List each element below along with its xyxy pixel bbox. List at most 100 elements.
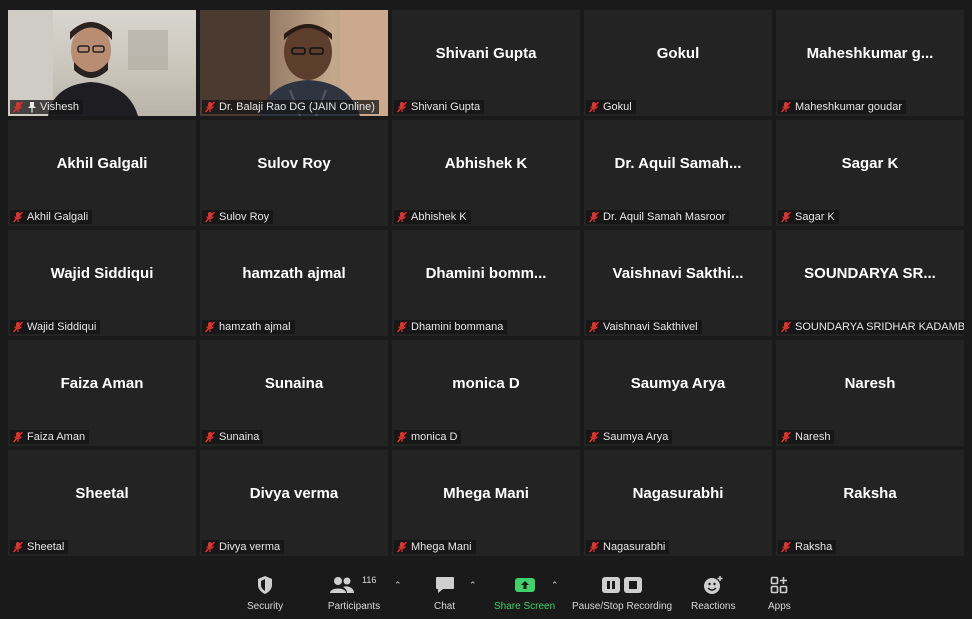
participant-tile[interactable]: Vishesh [8, 10, 196, 116]
participant-display-name: Akhil Galgali [56, 154, 148, 172]
participant-tile[interactable]: Akhil Galgali Akhil Galgali [8, 120, 196, 226]
participant-display-name: Dhamini bomm... [425, 264, 547, 282]
participant-name: Gokul [603, 101, 632, 113]
participant-name: Akhil Galgali [27, 211, 89, 223]
participant-display-name: Shivani Gupta [435, 44, 537, 62]
participant-tile[interactable]: hamzath ajmal hamzath ajmal [200, 230, 388, 336]
participant-name: Sheetal [27, 541, 65, 553]
participant-tile[interactable]: Raksha Raksha [776, 450, 964, 556]
participant-name: Mhega Mani [411, 541, 472, 553]
participant-tile[interactable]: Saumya Arya Saumya Arya [584, 340, 772, 446]
participant-name-tag: Gokul [586, 100, 636, 114]
reactions-label: Reactions [691, 601, 736, 612]
participant-name: Dr. Aquil Samah Masroor [603, 211, 726, 223]
participant-display-name: Mhega Mani [443, 484, 529, 502]
pause-stop-recording-button[interactable]: Pause/Stop Recording [572, 573, 672, 612]
participant-tile[interactable]: Divya verma Divya verma [200, 450, 388, 556]
reactions-button[interactable]: Reactions [691, 573, 735, 612]
participant-tile[interactable]: SOUNDARYA SR... SOUNDARYA SRIDHAR KADAMBI [776, 230, 964, 336]
participant-name-tag: Vishesh [10, 100, 83, 114]
participants-caret-icon[interactable]: ⌃ [394, 580, 402, 591]
gallery-grid: Vishesh Dr. Balaji Rao DG (JAIN Online) Sh… [8, 10, 964, 558]
mic-muted-icon [588, 101, 600, 113]
participant-name: Vishesh [40, 101, 79, 113]
participant-display-name: Vaishnavi Sakthi... [612, 264, 744, 282]
participant-name-tag: Sagar K [778, 210, 839, 224]
share-caret-icon[interactable]: ⌃ [551, 580, 559, 591]
participant-tile[interactable]: monica D monica D [392, 340, 580, 446]
participant-tile[interactable]: Abhishek K Abhishek K [392, 120, 580, 226]
participants-icon: 116 [326, 573, 382, 597]
smiley-plus-icon [702, 573, 724, 597]
participant-name-tag: Divya verma [202, 540, 285, 554]
participant-name-tag: Maheshkumar goudar [778, 100, 907, 114]
participant-name-tag: Raksha [778, 540, 837, 554]
participant-display-name: hamzath ajmal [242, 264, 346, 282]
participant-tile[interactable]: Dr. Aquil Samah... Dr. Aquil Samah Masroo… [584, 120, 772, 226]
participant-display-name: SOUNDARYA SR... [804, 264, 936, 282]
participant-name: Dhamini bommana [411, 321, 504, 333]
participant-tile[interactable]: Sulov Roy Sulov Roy [200, 120, 388, 226]
share-screen-button[interactable]: Share Screen [494, 573, 555, 612]
participant-name: Wajid Siddiqui [27, 321, 97, 333]
mic-muted-icon [780, 101, 792, 113]
participant-name: Dr. Balaji Rao DG (JAIN Online) [219, 101, 375, 113]
participant-tile[interactable]: Dhamini bomm... Dhamini bommana [392, 230, 580, 336]
participant-display-name: Maheshkumar g... [806, 44, 934, 62]
mic-muted-icon [12, 541, 24, 553]
participant-tile[interactable]: Mhega Mani Mhega Mani [392, 450, 580, 556]
mic-muted-icon [204, 321, 216, 333]
participant-name-tag: Akhil Galgali [10, 210, 93, 224]
participant-display-name: Sunaina [264, 374, 324, 392]
mic-muted-icon [204, 101, 216, 113]
participant-name: Shivani Gupta [411, 101, 481, 113]
participant-display-name: Naresh [844, 374, 896, 392]
mic-muted-icon [396, 101, 408, 113]
participant-tile[interactable]: Faiza Aman Faiza Aman [8, 340, 196, 446]
participant-display-name: Faiza Aman [60, 374, 144, 392]
participants-label: Participants [327, 601, 381, 612]
participant-tile[interactable]: Nagasurabhi Nagasurabhi [584, 450, 772, 556]
mic-muted-icon [12, 431, 24, 443]
participant-name-tag: Dr. Balaji Rao DG (JAIN Online) [202, 100, 379, 114]
participant-name: Saumya Arya [603, 431, 669, 443]
participant-name-tag: Sheetal [10, 540, 69, 554]
participant-display-name: Sulov Roy [257, 154, 331, 172]
participant-display-name: Raksha [843, 484, 897, 502]
apps-icon [770, 573, 788, 597]
chat-label: Chat [434, 601, 456, 612]
participant-display-name: Nagasurabhi [632, 484, 724, 502]
share-screen-icon [514, 573, 536, 597]
participant-name-tag: monica D [394, 430, 462, 444]
security-label: Security [247, 601, 284, 612]
chat-button[interactable]: Chat [434, 573, 455, 612]
participant-tile[interactable]: Gokul Gokul [584, 10, 772, 116]
participant-display-name: Dr. Aquil Samah... [614, 154, 742, 172]
participant-display-name: Wajid Siddiqui [50, 264, 154, 282]
apps-button[interactable]: Apps [768, 573, 791, 612]
security-button[interactable]: Security [247, 573, 283, 612]
mic-muted-icon [396, 321, 408, 333]
participant-tile[interactable]: Wajid Siddiqui Wajid Siddiqui [8, 230, 196, 336]
participant-tile[interactable]: Maheshkumar g... Maheshkumar goudar [776, 10, 964, 116]
participant-tile[interactable]: Naresh Naresh [776, 340, 964, 446]
pin-icon [27, 101, 37, 113]
participant-tile[interactable]: Dr. Balaji Rao DG (JAIN Online) [200, 10, 388, 116]
participant-tile[interactable]: Sheetal Sheetal [8, 450, 196, 556]
apps-label: Apps [768, 601, 791, 612]
participant-tile[interactable]: Vaishnavi Sakthi... Vaishnavi Sakthivel [584, 230, 772, 336]
participant-name-tag: Mhega Mani [394, 540, 476, 554]
participant-name-tag: Sulov Roy [202, 210, 274, 224]
participants-button[interactable]: 116 Participants [326, 573, 382, 612]
participant-tile[interactable]: Shivani Gupta Shivani Gupta [392, 10, 580, 116]
participant-tile[interactable]: Sagar K Sagar K [776, 120, 964, 226]
mic-muted-icon [588, 431, 600, 443]
participant-name: Divya verma [219, 541, 281, 553]
participant-name-tag: SOUNDARYA SRIDHAR KADAMBI [778, 320, 964, 334]
chat-caret-icon[interactable]: ⌃ [469, 580, 477, 591]
participant-display-name: Divya verma [249, 484, 339, 502]
participant-name-tag: Dr. Aquil Samah Masroor [586, 210, 730, 224]
participant-tile[interactable]: Sunaina Sunaina [200, 340, 388, 446]
mic-muted-icon [780, 431, 792, 443]
participant-name: SOUNDARYA SRIDHAR KADAMBI [795, 321, 964, 333]
